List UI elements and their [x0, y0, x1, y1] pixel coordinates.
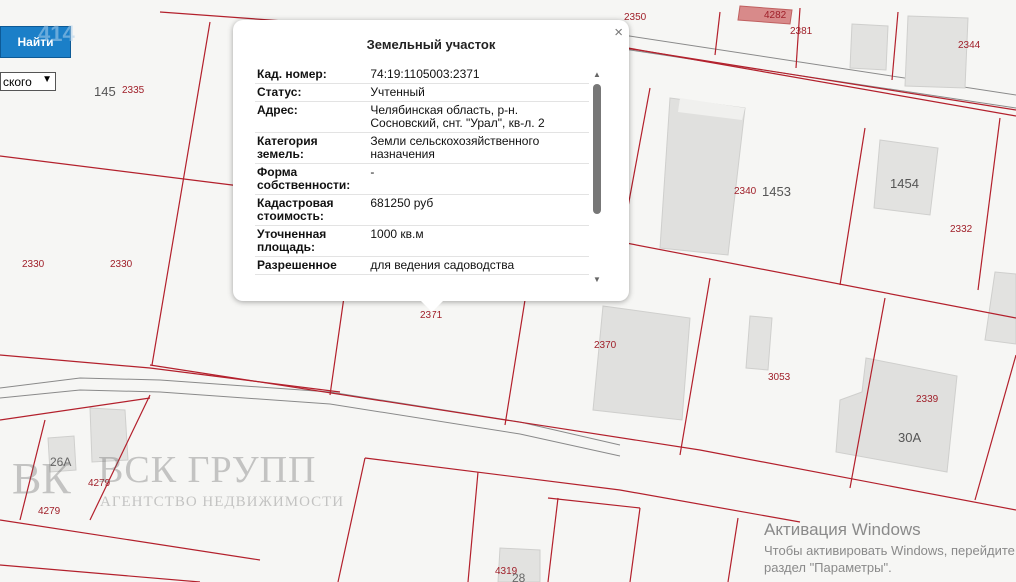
- plot-label: 2330: [22, 259, 45, 270]
- attribute-value: для ведения садоводства: [368, 256, 589, 275]
- district-select[interactable]: ского ▼: [0, 72, 56, 91]
- attribute-value: 681250 руб: [368, 194, 589, 226]
- attribute-row: Адрес: Челябинская область, р-н. Сосновск…: [255, 101, 589, 133]
- plot-label: 2339: [916, 394, 939, 405]
- attribute-label: Категория земель:: [255, 132, 369, 164]
- attributes-list[interactable]: Кад. номер: 74:19:1105003:2371 Статус: Учт…: [255, 66, 589, 288]
- parcel-info-popup: × Земельный участок Кад. номер: 74:19:110…: [233, 20, 629, 312]
- activation-title: Активация Windows: [764, 520, 921, 539]
- agency-watermark: ВК ВСК ГРУПП АГЕНТСТВО НЕДВИЖИМОСТИ: [12, 448, 352, 518]
- building-label: 30А: [898, 430, 921, 445]
- attribute-row: Статус: Учтенный: [255, 83, 589, 102]
- watermark-name: ВСК ГРУПП: [98, 449, 317, 491]
- scroll-up-icon[interactable]: ▲: [593, 70, 601, 79]
- attribute-label: Статус:: [255, 83, 369, 102]
- attribute-value: -: [368, 163, 589, 195]
- attributes-table: Кад. номер: 74:19:1105003:2371 Статус: Учт…: [255, 66, 589, 275]
- building-label: 1453: [762, 184, 791, 199]
- district-select-value: ского: [3, 74, 32, 89]
- map-code: 414: [38, 21, 75, 46]
- attribute-row: Разрешенное для ведения садоводства: [255, 256, 589, 275]
- attribute-row: Кад. номер: 74:19:1105003:2371: [255, 66, 589, 84]
- attribute-label: Форма собственности:: [255, 163, 369, 195]
- scrollbar-thumb[interactable]: [593, 84, 601, 214]
- plot-label: 2335: [122, 85, 145, 96]
- attribute-value: 74:19:1105003:2371: [368, 66, 589, 84]
- attribute-row: Кадастровая стоимость: 681250 руб: [255, 194, 589, 226]
- attribute-row: Категория земель: Земли сельскохозяйствен…: [255, 132, 589, 164]
- attribute-label: Кад. номер:: [255, 66, 369, 84]
- attribute-label: Разрешенное: [255, 256, 369, 275]
- building-label: 1454: [890, 176, 919, 191]
- scroll-down-icon[interactable]: ▼: [593, 275, 601, 284]
- building-label: 28: [512, 571, 526, 582]
- activation-line-1: Чтобы активировать Windows, перейдите в: [764, 543, 1016, 558]
- attribute-value: Учтенный: [368, 83, 589, 102]
- plot-label: 3053: [768, 372, 791, 383]
- plot-label: 4282: [764, 10, 787, 21]
- watermark-subtitle: АГЕНТСТВО НЕДВИЖИМОСТИ: [100, 494, 345, 510]
- plot-label: 2344: [958, 40, 981, 51]
- popup-scrollbar[interactable]: ▲ ▼: [592, 70, 602, 284]
- plot-label: 2332: [950, 224, 973, 235]
- windows-activation-notice: Активация Windows Чтобы активировать Win…: [764, 520, 1016, 575]
- building-label: 145: [94, 84, 116, 99]
- plot-label: 2330: [110, 259, 133, 270]
- attribute-value: 1000 кв.м: [368, 225, 589, 257]
- attribute-row: Уточненная площадь: 1000 кв.м: [255, 225, 589, 257]
- plot-label: 2350: [624, 12, 647, 23]
- plot-label: 2340: [734, 186, 757, 197]
- attribute-value: Земли сельскохозяйственного назначения: [368, 132, 589, 164]
- attribute-label: Адрес:: [255, 101, 369, 133]
- attribute-row: Форма собственности: -: [255, 163, 589, 195]
- watermark-logo: ВК: [12, 454, 71, 503]
- activation-line-2: раздел "Параметры".: [764, 560, 892, 575]
- popup-title: Земельный участок: [366, 37, 496, 52]
- attribute-label: Уточненная площадь:: [255, 225, 369, 257]
- attribute-label: Кадастровая стоимость:: [255, 194, 369, 226]
- attribute-value: Челябинская область, р-н. Сосновский, сн…: [368, 101, 589, 133]
- chevron-down-icon: ▼: [42, 74, 52, 85]
- plot-label: 2370: [594, 340, 617, 351]
- plot-label: 2381: [790, 26, 813, 37]
